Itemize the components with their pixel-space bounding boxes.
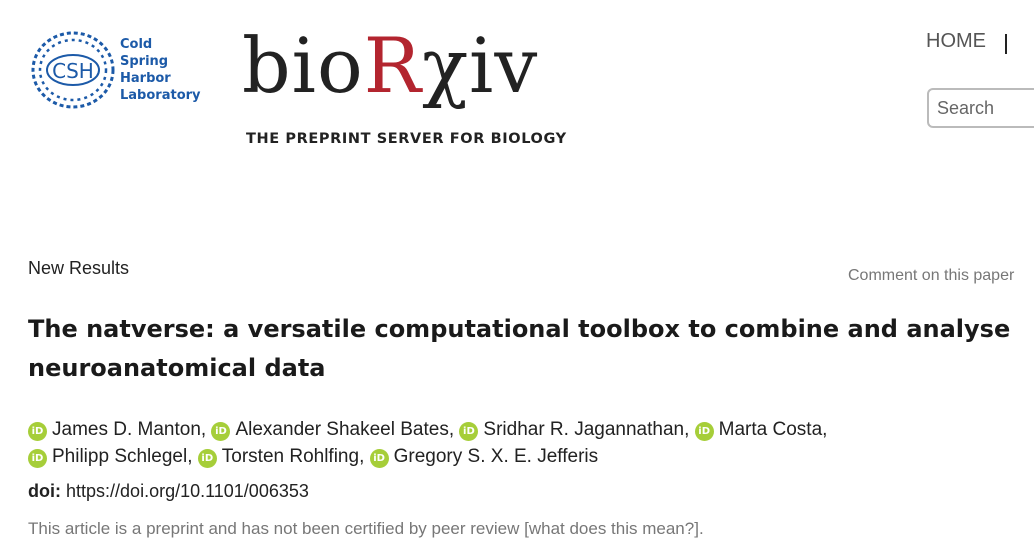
author-item: iD Philipp Schlegel,	[28, 446, 198, 468]
author-item: iD Alexander Shakeel Bates,	[211, 419, 459, 441]
author-item: iD Sridhar R. Jagannathan,	[459, 419, 694, 441]
author-name[interactable]: Marta Costa	[719, 419, 822, 440]
nav-home-link[interactable]: HOME	[926, 30, 986, 53]
preprint-disclaimer: This article is a preprint and has not b…	[28, 519, 704, 539]
author-name[interactable]: James D. Manton	[52, 419, 201, 440]
author-name[interactable]: Alexander Shakeel Bates	[235, 419, 448, 440]
csh-line: Laboratory	[120, 88, 201, 103]
orcid-icon[interactable]: iD	[211, 422, 231, 441]
author-list: iD James D. Manton, iD Alexander Shakeel B…	[28, 416, 1028, 470]
csh-helix-icon: CSH	[31, 31, 115, 109]
logo-part-r: R	[363, 21, 422, 110]
disclaimer-text: This article is a preprint and has not b…	[28, 519, 520, 538]
doi-line: doi: https://doi.org/10.1101/006353	[28, 481, 309, 502]
csh-badge: CSH	[52, 59, 94, 83]
csh-wordmark: Cold Spring Harbor Laboratory	[120, 36, 201, 104]
csh-line: Cold	[120, 37, 153, 52]
biorxiv-logo[interactable]: bioRχiv	[242, 20, 538, 112]
article-section-label: New Results	[28, 258, 130, 278]
comment-on-paper-link[interactable]: Comment on this paper	[848, 267, 1014, 285]
orcid-icon[interactable]: iD	[28, 422, 47, 441]
author-name[interactable]: Torsten Rohlfing	[222, 446, 359, 467]
author-name[interactable]: Sridhar R. Jagannathan	[483, 419, 684, 440]
doi-label: doi:	[28, 481, 61, 501]
what-does-this-mean-link[interactable]: [what does this mean?]	[524, 519, 699, 538]
disclaimer-period: .	[698, 519, 704, 538]
author-name[interactable]: Gregory S. X. E. Jefferis	[394, 446, 599, 467]
logo-part-xiv: χiv	[421, 21, 539, 110]
logo-part-bio: bio	[242, 21, 364, 110]
search-input[interactable]	[927, 88, 1034, 128]
orcid-icon[interactable]: iD	[28, 449, 47, 468]
author-item: iD Torsten Rohlfing,	[197, 446, 370, 468]
biorxiv-tagline: THE PREPRINT SERVER FOR BIOLOGY	[246, 131, 567, 147]
csh-line: Harbor	[120, 71, 171, 86]
orcid-icon[interactable]: iD	[459, 422, 479, 441]
author-item: iD Marta Costa,	[694, 419, 827, 441]
author-item: iD Gregory S. X. E. Jefferis	[369, 446, 599, 468]
doi-link[interactable]: https://doi.org/10.1101/006353	[66, 481, 309, 501]
orcid-icon[interactable]: iD	[369, 449, 389, 468]
csh-line: Spring	[120, 54, 169, 69]
article-title: The natverse: a versatile computational …	[28, 315, 1011, 382]
orcid-icon[interactable]: iD	[197, 449, 217, 468]
nav-divider	[1005, 34, 1007, 54]
orcid-icon[interactable]: iD	[694, 422, 714, 441]
author-name[interactable]: Philipp Schlegel	[52, 446, 187, 467]
author-item: iD James D. Manton,	[28, 419, 211, 441]
